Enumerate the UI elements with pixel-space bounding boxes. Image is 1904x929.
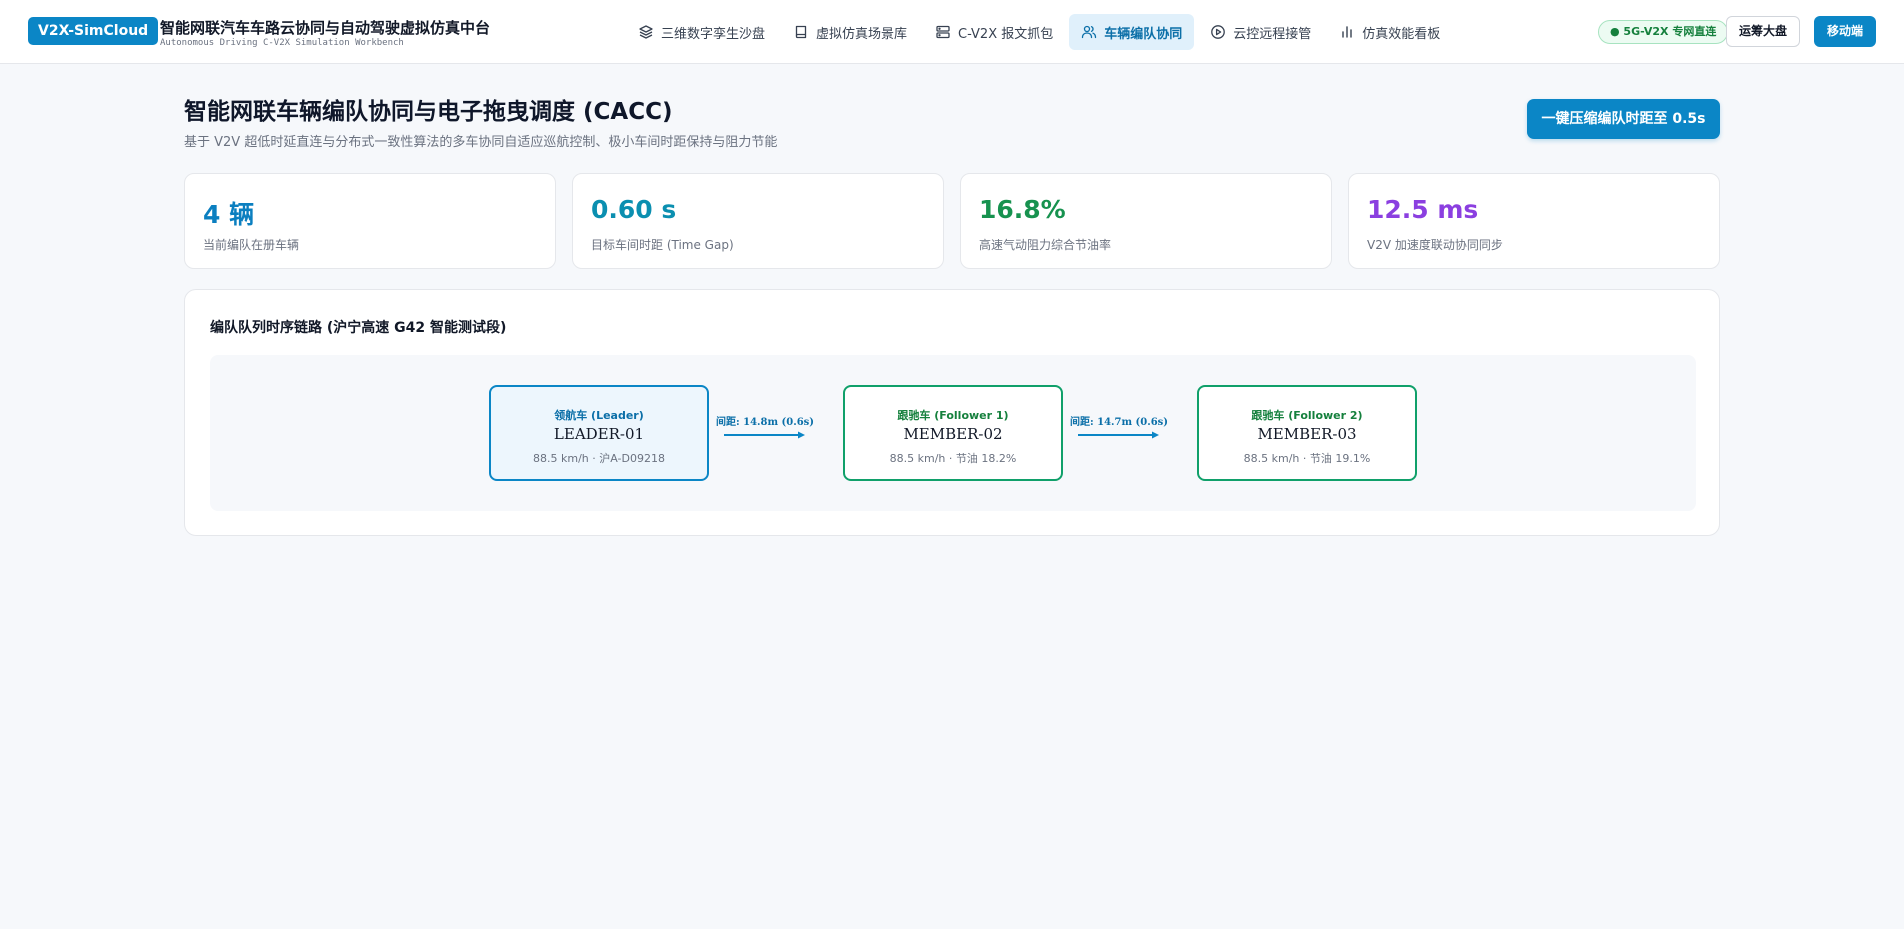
gap-link-1: 间距: 14.8m (0.6s) [710, 417, 820, 445]
metric-card-fuel-saving: 16.8% 高速气动阻力综合节油率 [960, 173, 1332, 269]
nav-item-scene-library[interactable]: 虚拟仿真场景库 [781, 14, 919, 50]
mobile-button[interactable]: 移动端 [1814, 16, 1876, 47]
users-icon [1081, 24, 1097, 40]
vehicle-id: MEMBER-03 [1257, 425, 1357, 443]
layers-icon [638, 24, 654, 40]
app-subtitle: Autonomous Driving C-V2X Simulation Work… [160, 38, 404, 48]
metric-card-time-gap: 0.60 s 目标车间时距 (Time Gap) [572, 173, 944, 269]
metric-value: 0.60 s [591, 195, 677, 224]
vehicle-meta: 88.5 km/h · 沪A-D09218 [533, 452, 665, 465]
gap-link-2: 间距: 14.7m (0.6s) [1064, 417, 1174, 445]
vehicle-role: 跟驰车 (Follower 1) [897, 409, 1009, 422]
platoon-chain-panel: 编队队列时序链路 (沪宁高速 G42 智能测试段) 领航车 (Leader) L… [184, 289, 1720, 536]
metric-card-v2v-latency: 12.5 ms V2V 加速度联动协同同步 [1348, 173, 1720, 269]
nav-item-label: 车辆编队协同 [1104, 26, 1183, 42]
top-navigation-bar: V2X-SimCloud 智能网联汽车车路云协同与自动驾驶虚拟仿真中台 Auto… [0, 0, 1904, 64]
vehicle-meta: 88.5 km/h · 节油 19.1% [1243, 452, 1371, 465]
book-icon [793, 24, 809, 40]
play-circle-icon [1210, 24, 1226, 40]
metric-value: 16.8% [979, 195, 1066, 224]
network-status-badge: ● 5G-V2X 专网直连 [1598, 20, 1729, 44]
metric-value: 4 辆 [203, 200, 255, 229]
ops-dashboard-button[interactable]: 运筹大盘 [1726, 16, 1800, 47]
platoon-chain: 领航车 (Leader) LEADER-01 88.5 km/h · 沪A-D0… [210, 355, 1696, 511]
bar-chart-icon [1339, 24, 1355, 40]
nav-item-label: 云控远程接管 [1233, 26, 1312, 42]
nav-item-label: C-V2X 报文抓包 [958, 26, 1054, 42]
vehicle-role: 跟驰车 (Follower 2) [1251, 409, 1363, 422]
app-logo[interactable]: V2X-SimCloud [28, 17, 159, 45]
vehicle-role: 领航车 (Leader) [554, 409, 644, 422]
nav-item-label: 仿真效能看板 [1362, 26, 1441, 42]
vehicle-card-follower-2[interactable]: 跟驰车 (Follower 2) MEMBER-03 88.5 km/h · 节… [1197, 385, 1417, 481]
server-icon [935, 24, 951, 40]
nav-item-remote-takeover[interactable]: 云控远程接管 [1198, 14, 1323, 50]
nav-item-label: 虚拟仿真场景库 [816, 26, 908, 42]
page-title: 智能网联车辆编队协同与电子拖曳调度 (CACC) [184, 99, 673, 125]
nav-item-label: 三维数字孪生沙盘 [661, 26, 766, 42]
arrow-right-icon [1078, 431, 1159, 439]
nav-item-platoon[interactable]: 车辆编队协同 [1069, 14, 1195, 50]
metric-label: V2V 加速度联动协同同步 [1367, 238, 1503, 252]
vehicle-id: LEADER-01 [553, 425, 645, 443]
compress-gap-button[interactable]: 一键压缩编队时距至 0.5s [1527, 99, 1720, 139]
nav-item-performance-board[interactable]: 仿真效能看板 [1327, 14, 1452, 50]
nav-item-digital-twin[interactable]: 三维数字孪生沙盘 [626, 14, 777, 50]
vehicle-id: MEMBER-02 [903, 425, 1003, 443]
metric-card-vehicle-count: 4 辆 当前编队在册车辆 [184, 173, 556, 269]
nav-item-packet-capture[interactable]: C-V2X 报文抓包 [923, 14, 1065, 50]
gap-label: 间距: 14.8m (0.6s) [715, 417, 815, 428]
metric-label: 当前编队在册车辆 [203, 238, 300, 252]
gap-label: 间距: 14.7m (0.6s) [1069, 417, 1169, 428]
metric-value: 12.5 ms [1367, 195, 1479, 224]
panel-title: 编队队列时序链路 (沪宁高速 G42 智能测试段) [210, 320, 507, 336]
app-title: 智能网联汽车车路云协同与自动驾驶虚拟仿真中台 [160, 19, 491, 37]
vehicle-card-follower-1[interactable]: 跟驰车 (Follower 1) MEMBER-02 88.5 km/h · 节… [843, 385, 1063, 481]
metric-label: 高速气动阻力综合节油率 [979, 238, 1112, 252]
metric-label: 目标车间时距 (Time Gap) [591, 238, 734, 252]
page-subtitle: 基于 V2V 超低时延直连与分布式一致性算法的多车协同自适应巡航控制、极小车间时… [184, 135, 778, 150]
vehicle-meta: 88.5 km/h · 节油 18.2% [889, 452, 1017, 465]
arrow-right-icon [724, 431, 805, 439]
vehicle-card-leader[interactable]: 领航车 (Leader) LEADER-01 88.5 km/h · 沪A-D0… [489, 385, 709, 481]
main-nav: 三维数字孪生沙盘 虚拟仿真场景库 C-V2X 报文抓包 车辆编队协同 云控远程接… [626, 14, 1452, 50]
